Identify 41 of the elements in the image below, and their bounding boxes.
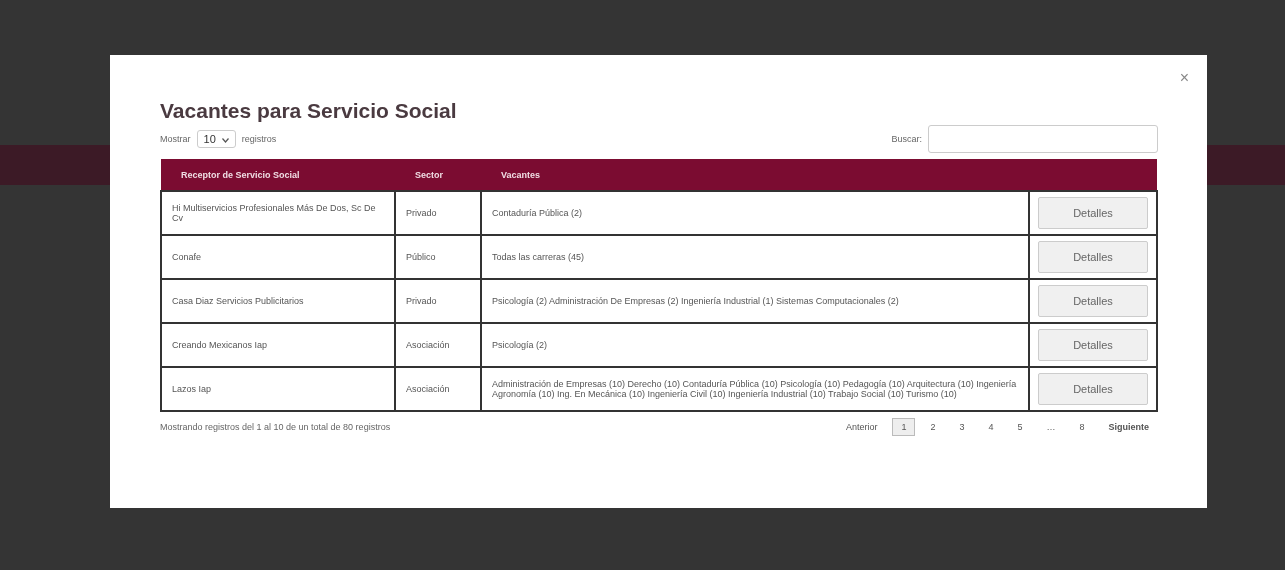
table-cell: Privado — [395, 279, 481, 323]
details-button[interactable]: Detalles — [1038, 197, 1148, 229]
table-cell: Conafe — [161, 235, 395, 279]
page-button[interactable]: 5 — [1008, 418, 1032, 436]
table-cell: Administración de Empresas (10) Derecho (10) Contaduría Pública (10) Psicología (10) Pedagogía (10) Arquitectura (10) Ingeniería Agronomía (10) Ing. En Mecánica (10) Ingeniería Civil (10) Ingeniería Industrial (10) Trabajo Social (10) Turismo (10) — [481, 367, 1029, 411]
table-cell: Asociación — [395, 367, 481, 411]
page-button[interactable]: 3 — [950, 418, 974, 436]
column-header[interactable]: Sector — [395, 159, 481, 191]
page-button[interactable]: 1 — [892, 418, 916, 436]
column-header[interactable]: Vacantes — [481, 159, 1029, 191]
search-label: Buscar: — [891, 134, 922, 144]
page-button[interactable]: 8 — [1070, 418, 1094, 436]
table-cell: Psicología (2) Administración De Empresas (2) Ingeniería Industrial (1) Sistemas Computacionales (2) — [481, 279, 1029, 323]
column-header[interactable]: Receptor de Servicio Social — [161, 159, 395, 191]
caret-icon — [221, 137, 229, 143]
details-button[interactable]: Detalles — [1038, 285, 1148, 317]
length-label: Mostrar — [160, 134, 191, 144]
table-cell: Creando Mexicanos Iap — [161, 323, 395, 367]
table-cell: Casa Diaz Servicios Publicitarios — [161, 279, 395, 323]
dialog-title: Vacantes para Servicio Social — [160, 99, 458, 123]
search-field[interactable] — [928, 125, 1158, 153]
details-button[interactable]: Detalles — [1038, 241, 1148, 273]
previous-button[interactable]: Anterior — [836, 418, 887, 436]
next-button[interactable]: Siguiente — [1099, 418, 1158, 436]
length-suffix: registros — [241, 134, 277, 144]
table-cell: Contaduría Pública (2) — [481, 191, 1029, 235]
table-info: Mostrando registros del 1 al 10 de un total de 80 registros — [160, 422, 391, 432]
table-cell: Psicología (2) — [481, 323, 1029, 367]
table-cell: Privado — [395, 191, 481, 235]
table-cell: Todas las carreras (45) — [481, 235, 1029, 279]
page-button[interactable]: 4 — [979, 418, 1003, 436]
table-cell: Asociación — [395, 323, 481, 367]
details-button[interactable]: Detalles — [1038, 373, 1148, 405]
length-select[interactable]: 10 — [196, 130, 236, 148]
close-button[interactable]: × — [1179, 69, 1189, 87]
page-button[interactable]: … — [1037, 418, 1065, 436]
table-cell: Lazos Iap — [161, 367, 395, 411]
table-cell: Hi Multiservicios Profesionales Más De Dos, Sc De Cv — [161, 191, 395, 235]
table-cell: Público — [395, 235, 481, 279]
page-button[interactable]: 2 — [921, 418, 945, 436]
details-button[interactable]: Detalles — [1038, 329, 1148, 361]
